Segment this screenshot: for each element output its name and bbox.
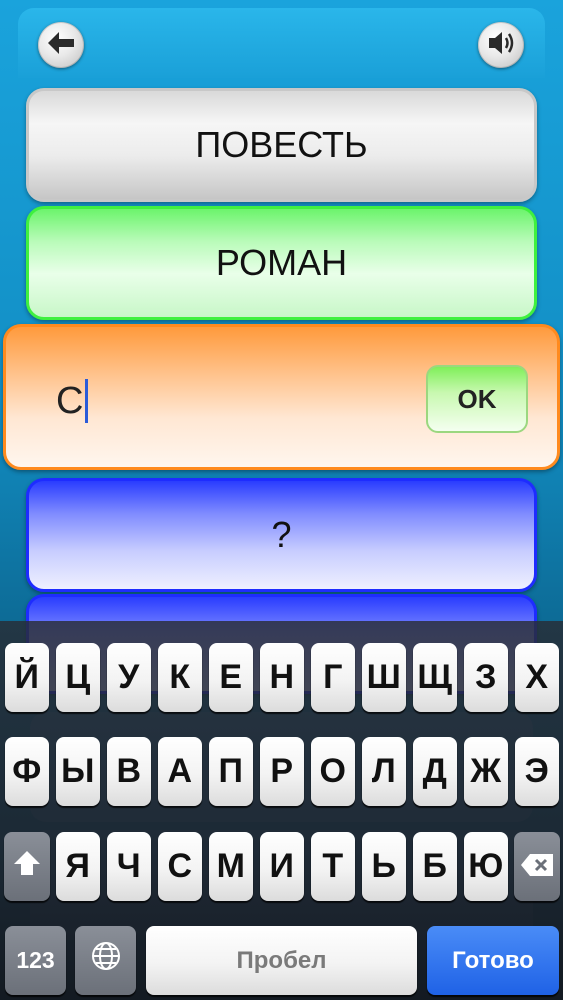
key-letter[interactable]: Д <box>413 737 457 806</box>
backspace-icon <box>520 847 554 886</box>
key-letter[interactable]: Ж <box>464 737 508 806</box>
key-letter[interactable]: Б <box>413 832 457 901</box>
key-letter[interactable]: Ф <box>5 737 49 806</box>
key-letter[interactable]: З <box>464 643 508 712</box>
key-letter[interactable]: Ю <box>464 832 508 901</box>
globe-icon <box>90 940 122 981</box>
top-bar <box>18 8 545 78</box>
key-letter[interactable]: В <box>107 737 151 806</box>
shift-arrow-icon <box>12 847 42 886</box>
answer-input-card[interactable]: С OK <box>3 324 560 470</box>
answer-card-roman[interactable]: РОМАН <box>26 206 537 320</box>
key-letter[interactable]: Т <box>311 832 355 901</box>
key-letter[interactable]: М <box>209 832 253 901</box>
key-letter[interactable]: К <box>158 643 202 712</box>
key-letter[interactable]: Ы <box>56 737 100 806</box>
key-letter[interactable]: Г <box>311 643 355 712</box>
key-letter[interactable]: И <box>260 832 304 901</box>
back-button[interactable] <box>38 22 84 68</box>
key-letter[interactable]: Э <box>515 737 559 806</box>
key-letter[interactable]: У <box>107 643 151 712</box>
card-label: ? <box>271 514 292 555</box>
ok-button[interactable]: OK <box>426 365 528 433</box>
done-key[interactable]: Готово <box>427 926 559 995</box>
backspace-key[interactable] <box>514 832 560 901</box>
hidden-answer-card[interactable]: ? <box>26 478 537 592</box>
key-letter[interactable]: Я <box>56 832 100 901</box>
key-letter[interactable]: Х <box>515 643 559 712</box>
shift-key[interactable] <box>4 832 50 901</box>
key-letter[interactable]: Н <box>260 643 304 712</box>
answer-input-value: С <box>56 379 84 422</box>
key-letter[interactable]: Ч <box>107 832 151 901</box>
space-key[interactable]: Пробел <box>146 926 417 995</box>
sound-button[interactable] <box>478 22 524 68</box>
card-label: ПОВЕСТЬ <box>195 124 368 165</box>
numbers-key[interactable]: 123 <box>5 926 66 995</box>
key-letter[interactable]: С <box>158 832 202 901</box>
key-letter[interactable]: О <box>311 737 355 806</box>
text-cursor <box>85 379 89 423</box>
key-letter[interactable]: Р <box>260 737 304 806</box>
key-letter[interactable]: Щ <box>413 643 457 712</box>
key-letter[interactable]: Й <box>5 643 49 712</box>
answer-card-povest[interactable]: ПОВЕСТЬ <box>26 88 537 202</box>
globe-key[interactable] <box>75 926 136 995</box>
arrow-left-icon <box>46 30 76 61</box>
key-letter[interactable]: Ш <box>362 643 406 712</box>
key-letter[interactable]: П <box>209 737 253 806</box>
key-letter[interactable]: А <box>158 737 202 806</box>
speaker-icon <box>486 29 516 62</box>
key-letter[interactable]: Ь <box>362 832 406 901</box>
answer-input[interactable]: С <box>56 379 89 423</box>
on-screen-keyboard: ЙЦУКЕНГШЩЗХ ФЫВАПРОЛДЖЭ ЯЧСМИТЬБЮ 123 Пр… <box>0 621 563 1000</box>
key-letter[interactable]: Ц <box>56 643 100 712</box>
card-label: РОМАН <box>215 242 348 283</box>
key-letter[interactable]: Л <box>362 737 406 806</box>
key-letter[interactable]: Е <box>209 643 253 712</box>
